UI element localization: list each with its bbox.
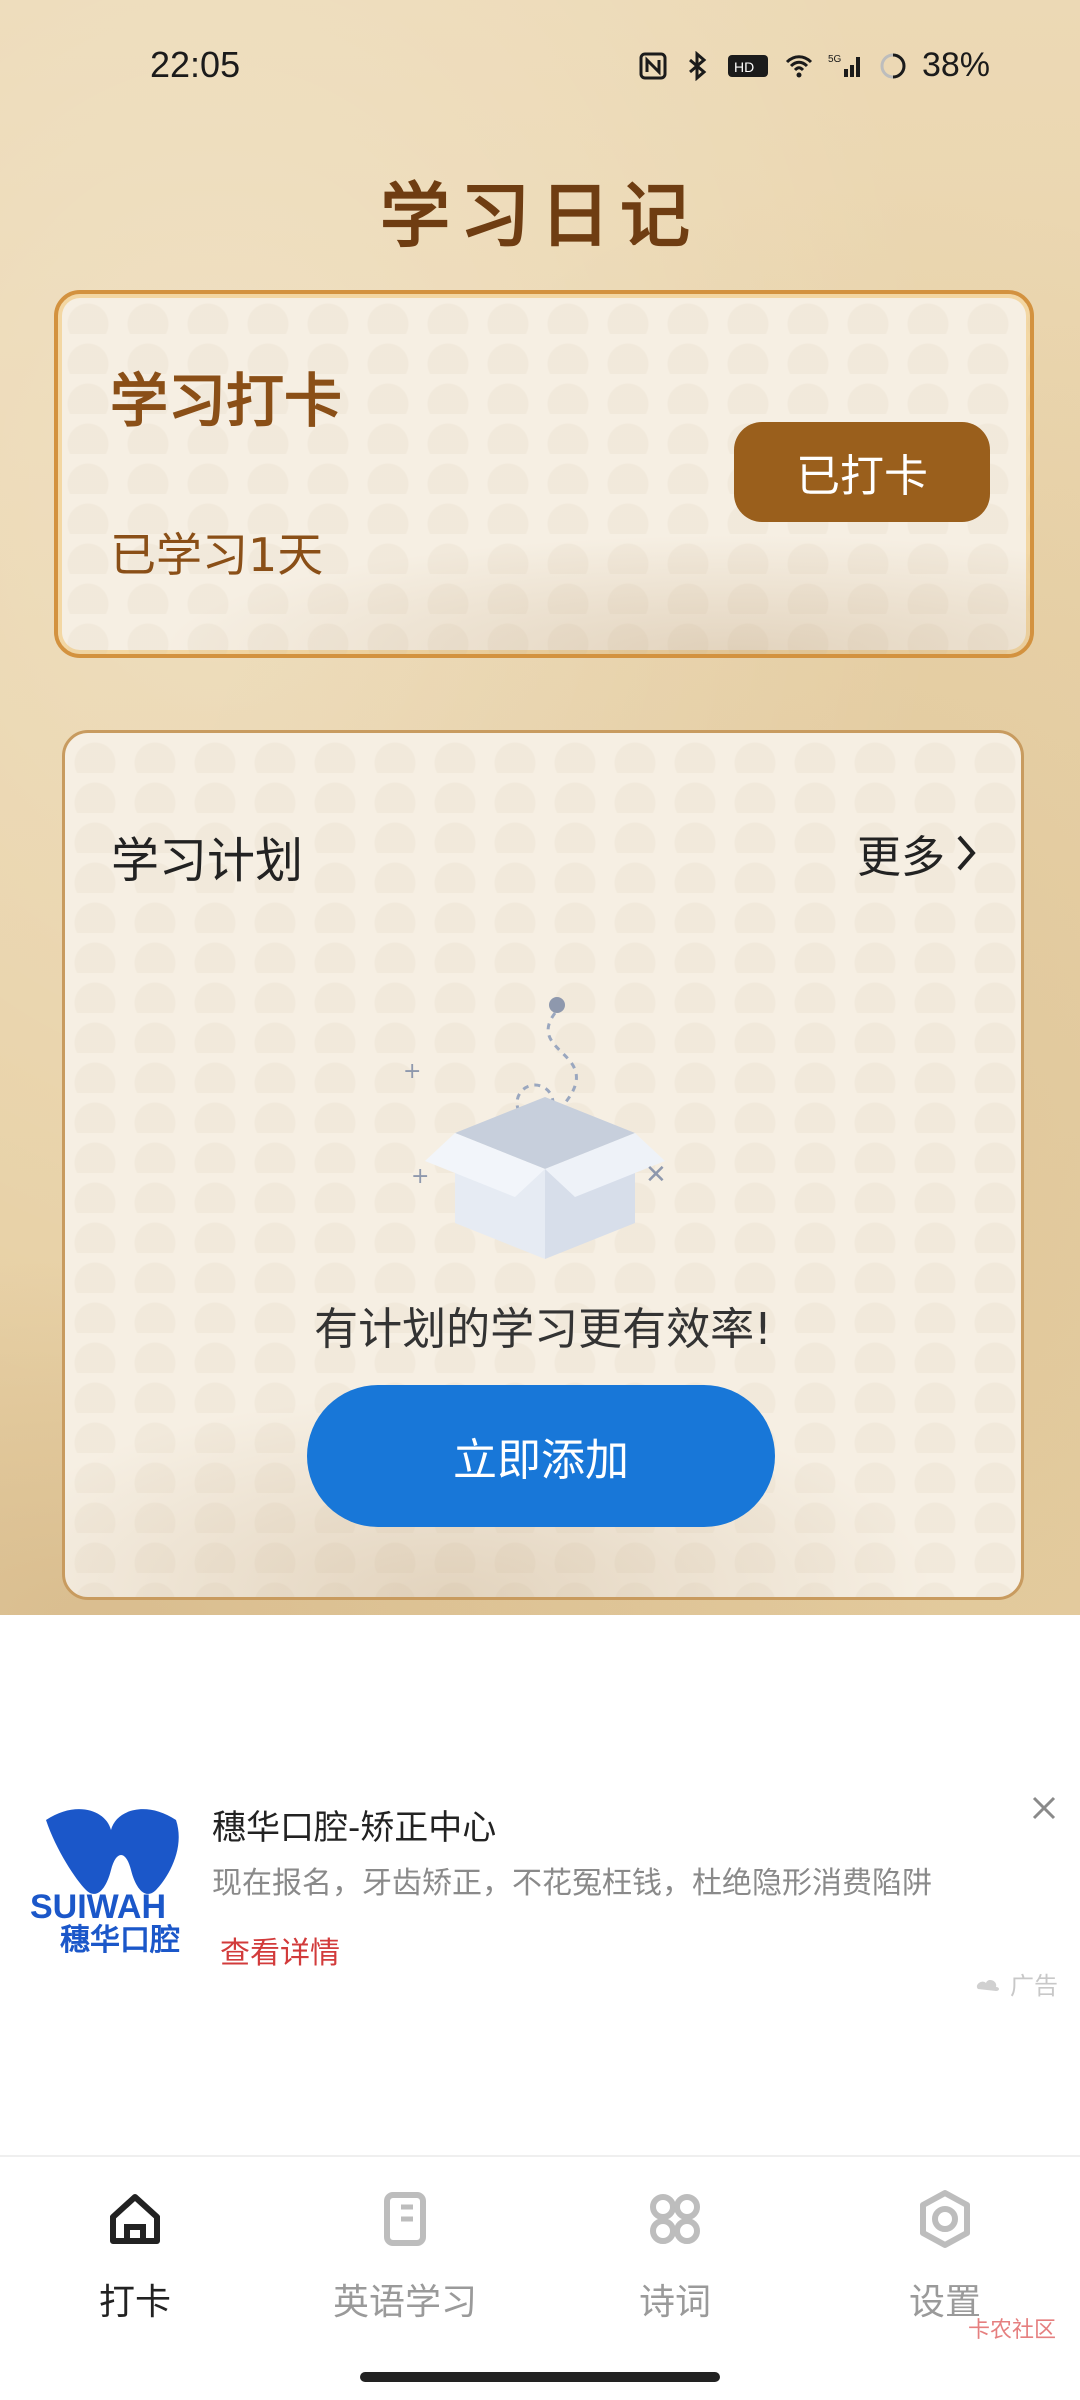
- ad-tag: 广告: [974, 1966, 1058, 2001]
- nav-checkin-label: 打卡: [98, 2282, 171, 2323]
- svg-text:+: +: [411, 1164, 429, 1189]
- empty-state-text: 有计划的学习更有效率!: [314, 1304, 772, 1355]
- suiwah-logo: SUIWAH 穗华口腔: [30, 1809, 180, 1958]
- battery-ring-icon: [880, 53, 906, 78]
- ad-title: 穗华口腔-矫正中心: [212, 1808, 497, 1848]
- nav-checkin[interactable]: 打卡: [0, 2187, 270, 2357]
- status-icons: HD 5G 38%: [638, 46, 990, 85]
- nav-poetry-label: 诗词: [638, 2282, 711, 2323]
- empty-box-illustration: + + ✕: [403, 997, 667, 1259]
- battery-percentage: 38%: [921, 46, 990, 84]
- checkin-days-label: 已学习1天: [110, 528, 324, 582]
- ad-description: 现在报名，牙齿矫正，不花冤枉钱，杜绝隐形消费陷阱: [212, 1866, 932, 1901]
- more-link[interactable]: 更多: [857, 821, 981, 885]
- ad-banner[interactable]: SUIWAH 穗华口腔 穗华口腔-矫正中心 现在报名，牙齿矫正，不花冤枉钱，杜绝…: [0, 1760, 1080, 2020]
- notebook-icon: [384, 2192, 426, 2246]
- page-title: 学习日记: [380, 174, 700, 257]
- nav-english-label: 英语学习: [332, 2282, 477, 2323]
- svg-text:✕: ✕: [645, 1160, 667, 1190]
- bottom-navigation: 打卡 英语学习 诗词 设置: [0, 2155, 1080, 2400]
- bluetooth-icon: [688, 50, 707, 81]
- status-time: 22:05: [150, 44, 241, 85]
- chevron-right-icon: [957, 835, 976, 871]
- home-indicator[interactable]: [360, 2372, 720, 2382]
- ad-tag-label: 广告: [1010, 1972, 1058, 2000]
- add-now-button[interactable]: 立即添加: [307, 1385, 775, 1527]
- checkin-title: 学习打卡: [110, 367, 343, 435]
- checked-in-button[interactable]: 已打卡: [734, 422, 990, 522]
- nav-english[interactable]: 英语学习: [270, 2187, 540, 2357]
- close-icon[interactable]: [1026, 1790, 1062, 1826]
- signal-icon: 5G: [828, 54, 860, 77]
- svg-text:5G: 5G: [828, 54, 842, 65]
- svg-text:HD: HD: [734, 59, 754, 75]
- nfc-icon: [639, 52, 667, 79]
- study-plan-card: 学习计划 更多 + + ✕ 有计划的学习更有效率! 立即添加: [62, 730, 1024, 1600]
- ad-cloud-icon: [976, 1979, 999, 1991]
- study-plan-title: 学习计划: [111, 833, 304, 889]
- suiwah-logo-text-en: SUIWAH: [30, 1888, 166, 1926]
- community-watermark: 卡农社区: [967, 2318, 1056, 2343]
- settings-icon: [920, 2190, 970, 2248]
- nav-poetry[interactable]: 诗词: [540, 2187, 810, 2357]
- checkin-card: 学习打卡 已学习1天 已打卡: [54, 290, 1034, 658]
- more-label: 更多: [857, 832, 945, 883]
- wifi-icon: [785, 54, 812, 77]
- home-icon: [110, 2194, 160, 2244]
- suiwah-logo-text-cn: 穗华口腔: [60, 1923, 180, 1958]
- svg-text:+: +: [403, 1059, 421, 1084]
- status-bar: 22:05 HD 5G 38%: [0, 0, 1080, 140]
- grid-icon: [650, 2194, 700, 2244]
- hd-icon: HD: [727, 54, 768, 77]
- ad-view-details-link[interactable]: 查看详情: [220, 1928, 340, 1972]
